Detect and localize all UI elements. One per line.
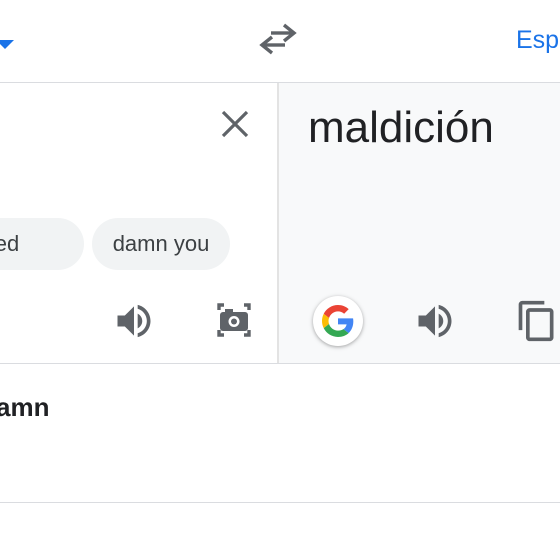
arrow-drop-down-icon[interactable]: [0, 36, 16, 52]
suggestion-chip[interactable]: amned: [0, 218, 84, 270]
google-g-button[interactable]: [313, 296, 363, 346]
definition-word: amn: [0, 392, 50, 422]
copy-icon[interactable]: [515, 299, 559, 343]
translate-app: Esp amned damn you maldición: [0, 0, 560, 560]
camera-translate-icon[interactable]: [212, 298, 256, 342]
volume-up-icon[interactable]: [112, 299, 156, 343]
section-divider: [0, 502, 560, 503]
source-panel: amned damn you: [0, 83, 277, 364]
suggestion-chip-label: damn you: [112, 231, 210, 256]
volume-up-icon[interactable]: [413, 299, 457, 343]
language-bar: Esp: [0, 0, 560, 83]
target-panel: maldición: [279, 83, 560, 364]
close-icon[interactable]: [219, 108, 251, 140]
suggestion-chip-label: amned: [0, 231, 20, 256]
suggestion-chip[interactable]: damn you: [92, 218, 230, 270]
google-g-icon: [322, 305, 354, 337]
target-language-button[interactable]: Esp: [516, 26, 559, 55]
swap-horiz-icon[interactable]: [258, 22, 298, 56]
translated-text: maldición: [308, 103, 494, 152]
panel-bottom-border: [0, 363, 560, 364]
